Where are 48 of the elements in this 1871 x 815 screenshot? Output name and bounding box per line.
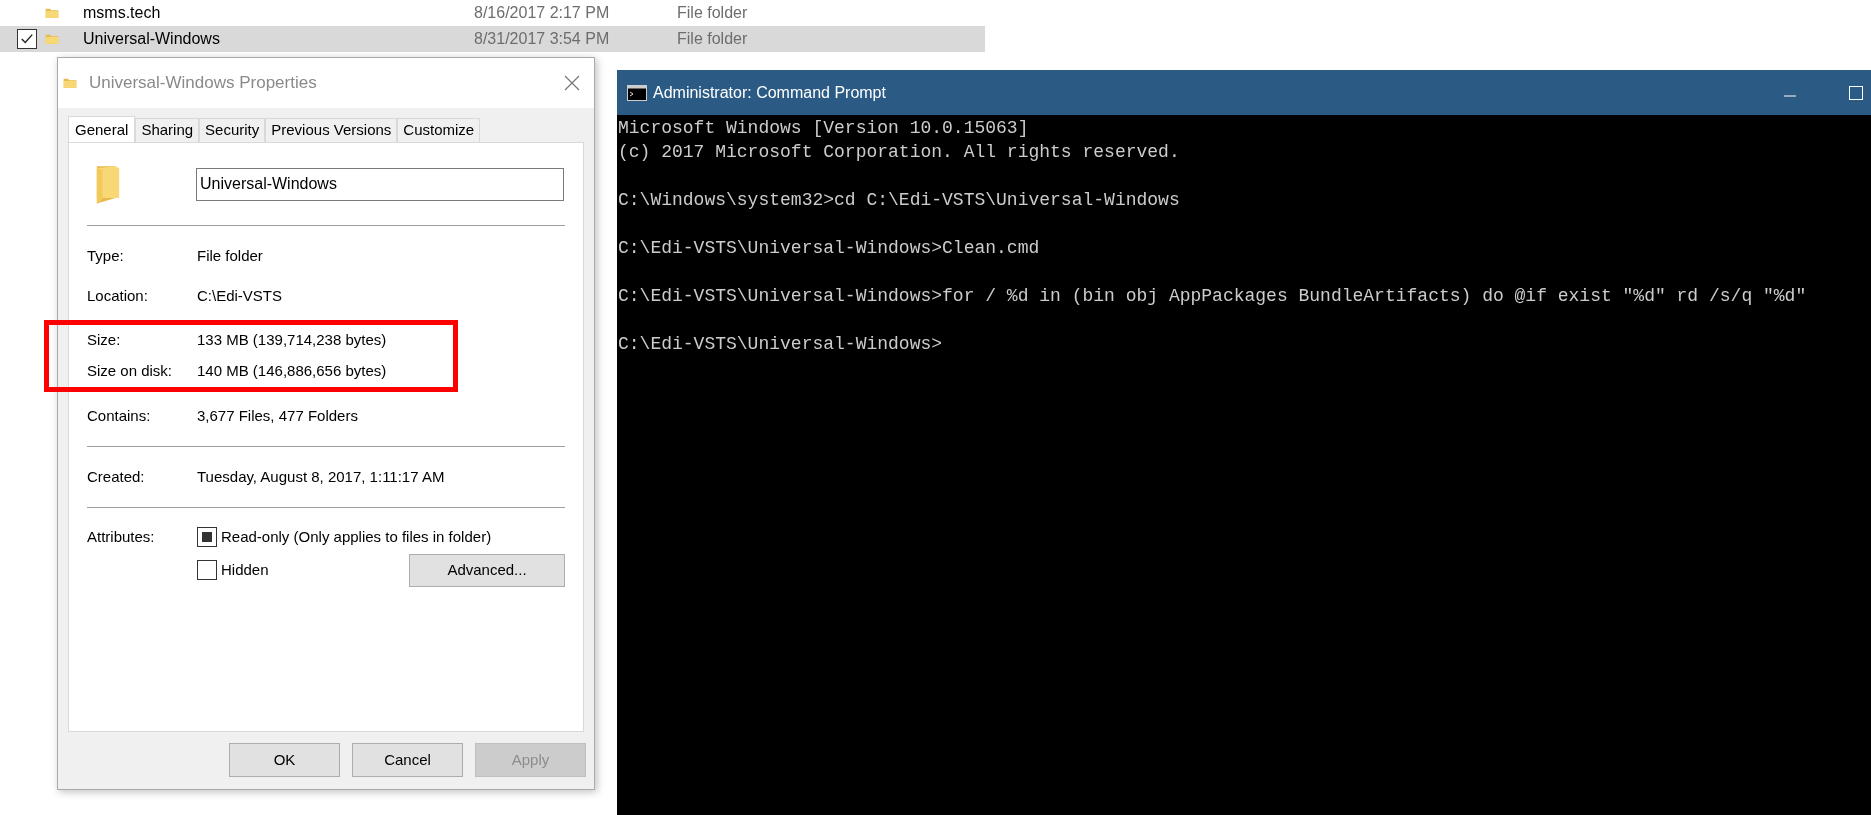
console-line: C:\Edi-VSTS\Universal-Windows>Clean.cmd xyxy=(618,237,1041,260)
file-row[interactable]: msms.tech 8/16/2017 2:17 PM File folder xyxy=(0,0,985,26)
dialog-button[interactable]: OK xyxy=(229,743,340,777)
field-value: 140 MB (146,886,656 bytes) xyxy=(197,361,387,382)
window-title: Administrator: Command Prompt xyxy=(653,82,887,103)
field-label: Size on disk: xyxy=(87,361,174,382)
tab[interactable]: Customize xyxy=(397,118,481,142)
field-label: Contains: xyxy=(87,405,152,426)
file-name: Universal-Windows xyxy=(83,29,221,49)
console-line: C:\Edi-VSTS\Universal-Windows> xyxy=(618,333,944,356)
field-label: Created: xyxy=(87,466,146,487)
console-line: C:\Windows\system32>cd C:\Edi-VSTS\Universal-Windows xyxy=(618,189,1181,212)
tab[interactable]: Security xyxy=(199,118,266,142)
tab[interactable]: Sharing xyxy=(135,118,200,142)
console-line: Microsoft Windows [Version 10.0.15063] xyxy=(618,117,1030,140)
file-type: File folder xyxy=(677,3,748,23)
console-line: C:\Edi-VSTS\Universal-Windows>for / %d in (bin obj AppPackages BundleArtifacts) do @if exist "%d" rd /s/q "%d" xyxy=(618,285,1808,308)
file-name: msms.tech xyxy=(83,3,162,23)
file-date: 8/31/2017 3:54 PM xyxy=(474,29,611,49)
advanced-button[interactable]: Advanced... xyxy=(409,553,565,587)
row-checkbox[interactable] xyxy=(17,29,37,49)
field-label: Location: xyxy=(87,285,149,306)
console-icon xyxy=(627,84,647,101)
field-value: Tuesday, August 8, 2017, 1:11:17 AM xyxy=(197,466,445,487)
maximize-icon[interactable] xyxy=(1849,85,1863,100)
checkbox[interactable] xyxy=(197,560,217,580)
field-value: 133 MB (139,714,238 bytes) xyxy=(197,330,387,351)
file-type: File folder xyxy=(677,29,748,49)
folder-icon xyxy=(95,163,121,205)
field-value: C:\Edi-VSTS xyxy=(197,285,283,306)
check-icon xyxy=(20,32,34,46)
field-value: File folder xyxy=(197,245,263,266)
file-row[interactable]: Universal-Windows 8/31/2017 3:54 PM File folder xyxy=(0,26,985,52)
checkbox[interactable] xyxy=(197,527,217,547)
field-label: Size: xyxy=(87,330,122,351)
close-icon[interactable] xyxy=(563,74,581,92)
window-title: Universal-Windows Properties xyxy=(89,72,318,95)
tab[interactable]: General xyxy=(68,116,136,143)
file-date: 8/16/2017 2:17 PM xyxy=(474,3,611,23)
checkbox-label: Read-only (Only applies to files in folder) xyxy=(221,526,492,547)
field-label: Type: xyxy=(87,245,125,266)
console-line: (c) 2017 Microsoft Corporation. All rights reserved. xyxy=(618,141,1181,164)
name-field[interactable]: Universal-Windows xyxy=(196,167,564,201)
checkbox-label: Hidden xyxy=(221,559,269,580)
field-label: Attributes: xyxy=(87,527,156,547)
dialog-button[interactable]: Cancel xyxy=(352,743,463,777)
field-value: 3,677 Files, 477 Folders xyxy=(197,405,358,426)
tab[interactable]: Previous Versions xyxy=(265,118,398,142)
